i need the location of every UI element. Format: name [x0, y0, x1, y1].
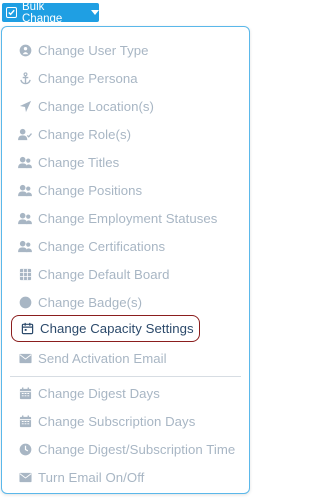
bulk-change-label: Bulk Change	[22, 0, 63, 25]
envelope-icon	[18, 351, 32, 365]
menu-item-change-digest-subscription-time[interactable]: Change Digest/Subscription Time	[10, 437, 241, 461]
menu-item-turn-email-on-off[interactable]: Turn Email On/Off	[10, 465, 241, 489]
users-icon	[18, 155, 32, 169]
calendar-icon	[20, 322, 34, 336]
menu-item-label: Change Digest Days	[38, 385, 160, 401]
menu-item-label: Change User Type	[38, 42, 149, 58]
users-icon	[18, 239, 32, 253]
menu-item-send-activation-email[interactable]: Send Activation Email	[10, 346, 241, 370]
menu-item-label: Change Digest/Subscription Time	[38, 441, 236, 457]
calendar-icon	[18, 414, 32, 428]
menu-item-label: Change Capacity Settings	[40, 321, 194, 336]
menu-item-label: Change Role(s)	[38, 126, 132, 142]
anchor-icon	[18, 71, 32, 85]
bulk-change-menu: Change User Type Change Persona Change L…	[1, 26, 250, 494]
menu-item-change-certifications[interactable]: Change Certifications	[10, 234, 241, 258]
menu-item-label: Change Employment Statuses	[38, 210, 218, 226]
menu-item-change-user-type[interactable]: Change User Type	[10, 38, 241, 62]
bulk-change-button[interactable]: Bulk Change	[2, 0, 99, 25]
menu-item-change-badges[interactable]: Change Badge(s)	[10, 290, 241, 314]
menu-item-change-positions[interactable]: Change Positions	[10, 178, 241, 202]
menu-item-label: Send Activation Email	[38, 350, 167, 366]
user-type-icon	[18, 43, 32, 57]
envelope-icon	[18, 470, 32, 484]
users-icon	[18, 183, 32, 197]
menu-item-change-titles[interactable]: Change Titles	[10, 150, 241, 174]
menu-item-change-employment-statuses[interactable]: Change Employment Statuses	[10, 206, 241, 230]
menu-item-label: Change Certifications	[38, 238, 166, 254]
location-arrow-icon	[18, 99, 32, 113]
menu-item-change-subscription-days[interactable]: Change Subscription Days	[10, 409, 241, 433]
menu-item-label: Change Positions	[38, 182, 143, 198]
grid-icon	[18, 267, 32, 281]
menu-item-change-digest-days[interactable]: Change Digest Days	[10, 381, 241, 405]
circle-icon	[18, 295, 32, 309]
menu-item-label: Change Subscription Days	[38, 413, 196, 429]
menu-item-label: Change Default Board	[38, 266, 170, 282]
menu-item-change-capacity-settings[interactable]: Change Capacity Settings	[11, 315, 200, 342]
menu-item-label: Change Titles	[38, 154, 120, 170]
caret-down-icon	[91, 7, 99, 19]
checkbox-icon	[6, 7, 17, 18]
menu-item-change-locations[interactable]: Change Location(s)	[10, 94, 241, 118]
users-icon	[18, 211, 32, 225]
menu-item-change-roles[interactable]: Change Role(s)	[10, 122, 241, 146]
menu-item-label: Change Location(s)	[38, 98, 154, 114]
menu-divider	[10, 376, 241, 377]
menu-item-label: Change Persona	[38, 70, 138, 86]
user-check-icon	[18, 127, 32, 141]
clock-icon	[18, 442, 32, 456]
menu-item-change-default-board[interactable]: Change Default Board	[10, 262, 241, 286]
menu-item-change-persona[interactable]: Change Persona	[10, 66, 241, 90]
calendar-icon	[18, 386, 32, 400]
menu-item-label: Change Badge(s)	[38, 294, 143, 310]
menu-item-label: Turn Email On/Off	[38, 469, 145, 485]
